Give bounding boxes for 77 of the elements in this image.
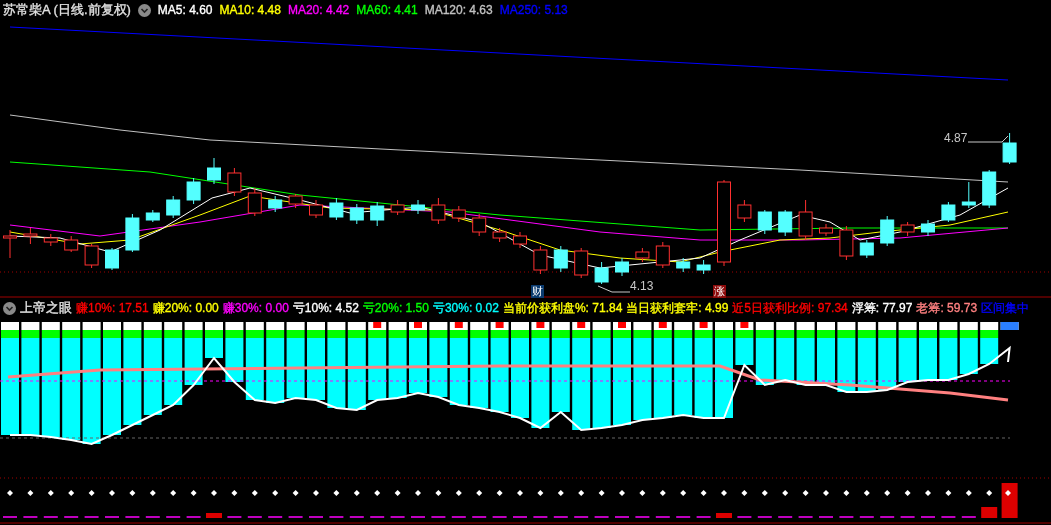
indicator-value: 亏10%: 4.52 — [292, 300, 359, 317]
event-marker[interactable]: 涨 — [713, 285, 726, 298]
candlestick — [145, 209, 160, 223]
price-label: 4.13 — [630, 279, 654, 293]
candlestick — [880, 215, 895, 247]
candlestick — [778, 209, 793, 237]
dropdown-icon[interactable] — [137, 3, 151, 17]
candlestick — [594, 261, 609, 285]
candlestick — [900, 221, 915, 237]
candlestick — [84, 243, 99, 269]
candlestick — [941, 201, 956, 223]
candlestick — [268, 195, 283, 213]
candlestick — [247, 187, 262, 217]
candlestick — [676, 257, 691, 273]
candlestick — [961, 181, 976, 209]
candlestick — [737, 199, 752, 223]
candlestick — [125, 213, 140, 253]
price-label: 4.87 — [944, 131, 968, 145]
candlestick — [349, 203, 364, 225]
leader-line — [597, 285, 631, 293]
candlestick — [839, 225, 854, 261]
candlestick — [329, 197, 344, 221]
candlestick — [23, 227, 38, 245]
candlestick — [166, 195, 181, 219]
indicator-value: 亏20%: 1.50 — [362, 300, 429, 317]
stock-title: 苏常柴A (日线.前复权) — [3, 1, 131, 20]
indicator-value: 当前价获利盘%: 71.84 — [502, 300, 623, 317]
candlestick — [309, 199, 323, 219]
candlestick — [798, 199, 813, 241]
indicator-value: MA60: 4.41 — [356, 2, 418, 19]
candlestick — [655, 241, 670, 269]
candlestick — [615, 257, 629, 277]
candlestick — [370, 201, 385, 227]
indicator-value: MA5: 4.60 — [157, 2, 213, 19]
candlestick — [472, 213, 487, 237]
indicator-value: MA120: 4.63 — [424, 2, 493, 19]
candlestick — [451, 205, 466, 223]
candlestick — [390, 199, 405, 216]
candlestick — [288, 193, 303, 209]
candlestick — [207, 157, 221, 185]
indicator-value: 老筹: 59.73 — [916, 300, 978, 317]
candlestick — [3, 229, 17, 259]
candlestick — [574, 247, 589, 279]
candlestick — [43, 233, 58, 247]
indicator-title: 上帝之眼 — [20, 299, 72, 318]
dropdown-icon[interactable] — [3, 301, 16, 315]
candlestick — [819, 223, 833, 237]
leader-line — [967, 135, 1009, 143]
candlestick — [635, 247, 650, 263]
candlestick — [64, 235, 79, 253]
candlestick — [1002, 132, 1017, 165]
candlestick — [513, 231, 527, 249]
candlestick — [492, 227, 507, 243]
indicator-value: 赚30%: 0.00 — [222, 300, 289, 317]
candlestick — [982, 169, 997, 209]
indicator-value: MA20: 4.42 — [287, 2, 350, 19]
candlestick — [921, 219, 935, 237]
candlestick — [696, 259, 711, 275]
candlestick — [757, 209, 772, 235]
indicator-value: 浮筹: 77.97 — [851, 300, 913, 317]
indicator-value: 亏30%: 0.02 — [432, 300, 499, 317]
indicator-value: 当日获利套牢: 4.99 — [626, 300, 729, 317]
candlestick — [431, 197, 446, 225]
candlestick — [553, 245, 568, 273]
indicator-value: 赚20%: 0.00 — [152, 300, 219, 317]
indicator-value: MA10: 4.48 — [219, 2, 281, 19]
event-marker[interactable]: 财 — [531, 285, 544, 298]
candlestick — [105, 247, 119, 271]
indicator-value: MA250: 5.13 — [499, 2, 568, 19]
candlestick — [859, 239, 874, 259]
indicator-value: 区间集中 — [981, 300, 1030, 317]
candlestick — [533, 245, 548, 275]
candlestick — [186, 177, 201, 205]
indicator-value: 近5日获利比例: 97.34 — [732, 300, 848, 317]
indicator-value: 赚10%: 17.51 — [76, 300, 149, 317]
candlestick — [227, 167, 242, 197]
candlestick — [411, 199, 425, 215]
